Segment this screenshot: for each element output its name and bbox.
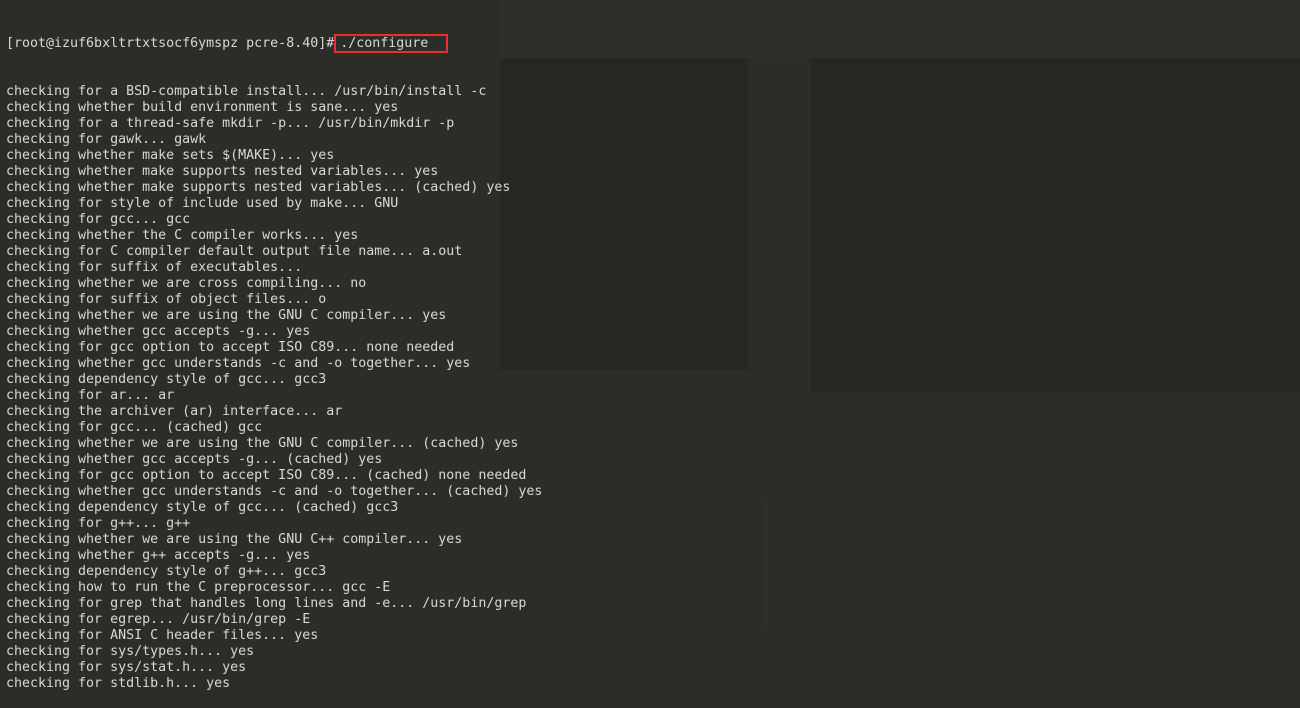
- output-line: checking for egrep... /usr/bin/grep -E: [6, 612, 311, 627]
- output-line: checking whether gcc understands -c and …: [6, 356, 471, 371]
- output-line: checking how to run the C preprocessor..…: [6, 580, 391, 595]
- output-line: checking for suffix of executables...: [6, 260, 311, 275]
- output-line: checking for stdlib.h... yes: [6, 676, 231, 691]
- output-line: checking whether g++ accepts -g... yes: [6, 548, 311, 563]
- output-line: checking dependency style of g++... gcc3: [6, 564, 327, 579]
- output-line: checking whether build environment is sa…: [6, 100, 399, 115]
- prompt-line: [root@izuf6bxltrtxtsocf6ymspz pcre-8.40]…: [6, 34, 542, 53]
- output-line: checking whether gcc accepts -g... (cach…: [6, 452, 383, 467]
- shell-prompt: [root@izuf6bxltrtxtsocf6ymspz pcre-8.40]…: [6, 36, 335, 51]
- output-line: checking whether make supports nested va…: [6, 164, 439, 179]
- output-line: checking for gcc... gcc: [6, 212, 191, 227]
- output-lines: checking for a BSD-compatible install...…: [6, 84, 542, 692]
- output-line: checking for sys/stat.h... yes: [6, 660, 247, 675]
- output-line: checking whether we are using the GNU C …: [6, 436, 519, 451]
- output-line: checking whether we are cross compiling.…: [6, 276, 367, 291]
- output-line: checking whether gcc accepts -g... yes: [6, 324, 311, 339]
- output-line: checking for gcc option to accept ISO C8…: [6, 340, 455, 355]
- output-line: checking for ANSI C header files... yes: [6, 628, 319, 643]
- output-line: checking for sys/types.h... yes: [6, 644, 255, 659]
- output-line: checking for gcc... (cached) gcc: [6, 420, 263, 435]
- output-line: checking for C compiler default output f…: [6, 244, 463, 259]
- background-divider: [766, 500, 767, 630]
- output-line: checking for a thread-safe mkdir -p... /…: [6, 116, 455, 131]
- output-line: checking whether gcc understands -c and …: [6, 484, 543, 499]
- output-line: checking for grep that handles long line…: [6, 596, 527, 611]
- output-line: checking dependency style of gcc... (cac…: [6, 500, 399, 515]
- output-line: checking dependency style of gcc... gcc3: [6, 372, 327, 387]
- output-line: checking the archiver (ar) interface... …: [6, 404, 343, 419]
- output-line: checking for gcc option to accept ISO C8…: [6, 468, 527, 483]
- output-line: checking for suffix of object files... o: [6, 292, 327, 307]
- terminal-output[interactable]: [root@izuf6bxltrtxtsocf6ymspz pcre-8.40]…: [6, 4, 542, 708]
- output-line: checking for a BSD-compatible install...…: [6, 84, 487, 99]
- output-line: checking for gawk... gawk: [6, 132, 207, 147]
- output-line: checking whether make sets $(MAKE)... ye…: [6, 148, 335, 163]
- output-line: checking for style of include used by ma…: [6, 196, 399, 211]
- background-editor-toolbar: [500, 0, 1300, 58]
- output-line: checking whether we are using the GNU C …: [6, 308, 447, 323]
- output-line: checking whether we are using the GNU C+…: [6, 532, 463, 547]
- highlighted-command: ./configure: [334, 34, 449, 53]
- output-line: checking for ar... ar: [6, 388, 175, 403]
- output-line: checking for g++... g++: [6, 516, 191, 531]
- output-line: checking whether the C compiler works...…: [6, 228, 359, 243]
- output-line: checking whether make supports nested va…: [6, 180, 511, 195]
- background-panel-right: [811, 58, 1300, 392]
